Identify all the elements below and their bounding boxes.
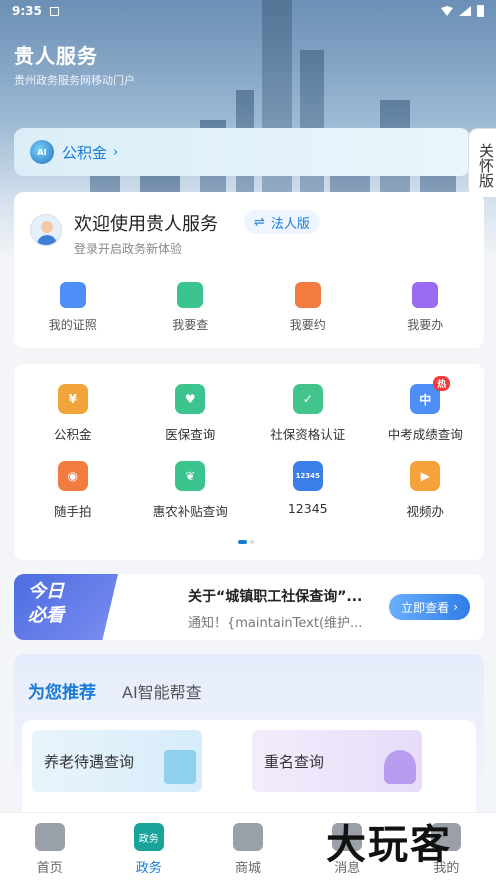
message-icon	[332, 823, 363, 851]
task-icon	[412, 282, 439, 308]
tab-home[interactable]: 首页	[0, 813, 99, 881]
medical-card-icon: ♥	[175, 384, 206, 414]
service-hotline[interactable]: 12345 12345	[249, 461, 367, 520]
tab-label: 我的	[433, 861, 460, 876]
today-badge-line1: 今日	[28, 581, 64, 602]
welcome-title[interactable]: 欢迎使用贵人服务	[74, 210, 218, 236]
wifi-icon	[441, 6, 453, 16]
fund-icon: ¥	[57, 384, 88, 414]
notification-icon	[49, 6, 59, 16]
tab-label: 消息	[334, 861, 361, 876]
today-badge-line2: 必看	[28, 605, 64, 626]
care-mode-button[interactable]: 关怀版	[468, 128, 496, 198]
service-exam-score[interactable]: 中 热 中考成绩查询	[367, 376, 485, 443]
tab-recommend[interactable]: 为您推荐	[28, 678, 96, 703]
person-search-icon	[384, 750, 416, 784]
chevron-right-icon: ›	[113, 144, 119, 160]
quick-actions: 我的证照 我要查 我要约 我要办	[14, 282, 484, 333]
service-label: 公积金	[53, 427, 92, 442]
verify-icon: ✓	[292, 384, 323, 414]
profile-icon	[431, 823, 462, 851]
recommend-card-label: 养老待遇查询	[44, 752, 135, 771]
service-video[interactable]: ▶ 视频办	[367, 461, 485, 520]
legal-version-label: 法人版	[270, 216, 310, 232]
signal-icon	[459, 6, 471, 16]
hotline-icon: 12345	[292, 461, 323, 491]
quick-my-licenses[interactable]: 我的证照	[14, 282, 132, 333]
tab-label: 商城	[235, 861, 262, 876]
service-label: 社保资格认证	[270, 427, 346, 442]
tab-label: 政务	[135, 861, 162, 876]
store-icon	[233, 823, 263, 851]
quick-label: 我的证照	[48, 318, 97, 332]
battery-icon	[477, 5, 484, 17]
service-label: 医保查询	[165, 427, 216, 442]
video-icon: ▶	[410, 461, 441, 491]
today-badge: 今日 必看	[14, 574, 118, 640]
bottom-tab-bar: 首页 政务 政务 商城 消息 我的	[0, 812, 496, 881]
service-label: 视频办	[406, 504, 444, 519]
today-notice-card[interactable]: 今日 必看 关于“城镇职工社保查询”... 通知！{maintainText(维…	[14, 574, 484, 640]
recommend-card-label: 重名查询	[264, 752, 325, 771]
search-doc-icon	[177, 282, 204, 308]
recommend-section: 为您推荐 AI智能帮查 养老待遇查询 重名查询	[14, 654, 484, 830]
home-icon	[34, 823, 65, 851]
page-dot	[250, 540, 254, 544]
service-label: 随手拍	[53, 504, 92, 519]
plant-icon: ❦	[175, 461, 206, 491]
tab-profile[interactable]: 我的	[397, 813, 496, 881]
status-bar: 9:35	[0, 0, 496, 22]
avatar[interactable]	[30, 214, 62, 246]
service-label: 12345	[287, 501, 328, 516]
welcome-subtitle[interactable]: 登录开启政务新体验	[74, 240, 182, 257]
id-card-icon	[59, 282, 86, 308]
status-time: 9:35	[12, 4, 42, 18]
service-farm-subsidy[interactable]: ❦ 惠农补贴查询	[132, 461, 250, 520]
exam-glyph: 中	[419, 392, 432, 407]
camera-icon: ◉	[57, 461, 88, 491]
notice-text: 通知！{maintainText(维护...	[188, 616, 363, 631]
exam-score-icon: 中 热	[410, 376, 451, 414]
chevron-right-icon: ›	[453, 600, 458, 614]
calendar-icon	[294, 282, 321, 308]
tab-label: 首页	[36, 861, 63, 876]
pension-icon	[164, 750, 196, 784]
tab-messages[interactable]: 消息	[298, 813, 397, 881]
page-indicator	[238, 540, 254, 544]
service-label: 惠农补贴查询	[152, 504, 228, 519]
quick-label: 我要查	[172, 318, 209, 332]
notice-title: 关于“城镇职工社保查询”...	[188, 589, 363, 605]
fund-bar-label: 公积金	[62, 143, 108, 162]
service-housing-fund[interactable]: ¥ 公积金	[14, 384, 132, 443]
view-now-button[interactable]: 立即查看 ›	[389, 594, 470, 620]
recommend-card-pension[interactable]: 养老待遇查询	[32, 730, 202, 792]
tab-ai-help[interactable]: AI智能帮查	[122, 679, 202, 703]
tab-government[interactable]: 政务 政务	[99, 813, 198, 881]
switch-icon: ⇌	[254, 214, 265, 230]
quick-search[interactable]: 我要查	[132, 282, 250, 333]
recommend-card-name-check[interactable]: 重名查询	[252, 730, 422, 792]
quick-label: 我要办	[407, 318, 444, 332]
view-now-label: 立即查看	[401, 600, 450, 615]
quick-label: 我要约	[289, 318, 326, 332]
service-label: 中考成绩查询	[387, 427, 463, 442]
services-grid-card: ¥ 公积金 ♥ 医保查询 ✓ 社保资格认证 中 热 中考成绩查询 ◉ 随手拍 ❦…	[14, 364, 484, 560]
app-title: 贵人服务	[14, 44, 98, 68]
gov-icon: 政务	[133, 823, 164, 851]
hot-badge: 热	[433, 376, 451, 391]
service-social-security-verify[interactable]: ✓ 社保资格认证	[249, 384, 367, 443]
welcome-card: 欢迎使用贵人服务 ⇌ 法人版 登录开启政务新体验 我的证照 我要查 我要约 我要…	[14, 192, 484, 348]
service-snapshot[interactable]: ◉ 随手拍	[14, 461, 132, 520]
legal-version-button[interactable]: ⇌ 法人版	[244, 210, 320, 234]
fund-ai-bar[interactable]: AI 公积金 ›	[14, 128, 470, 176]
quick-handle[interactable]: 我要办	[367, 282, 485, 333]
page-dot-active	[238, 540, 247, 544]
service-medical-insurance[interactable]: ♥ 医保查询	[132, 384, 250, 443]
app-subtitle: 贵州政务服务网移动门户	[14, 74, 135, 87]
ai-robot-icon: AI	[30, 140, 54, 164]
quick-appointment[interactable]: 我要约	[249, 282, 367, 333]
tab-store[interactable]: 商城	[198, 813, 297, 881]
